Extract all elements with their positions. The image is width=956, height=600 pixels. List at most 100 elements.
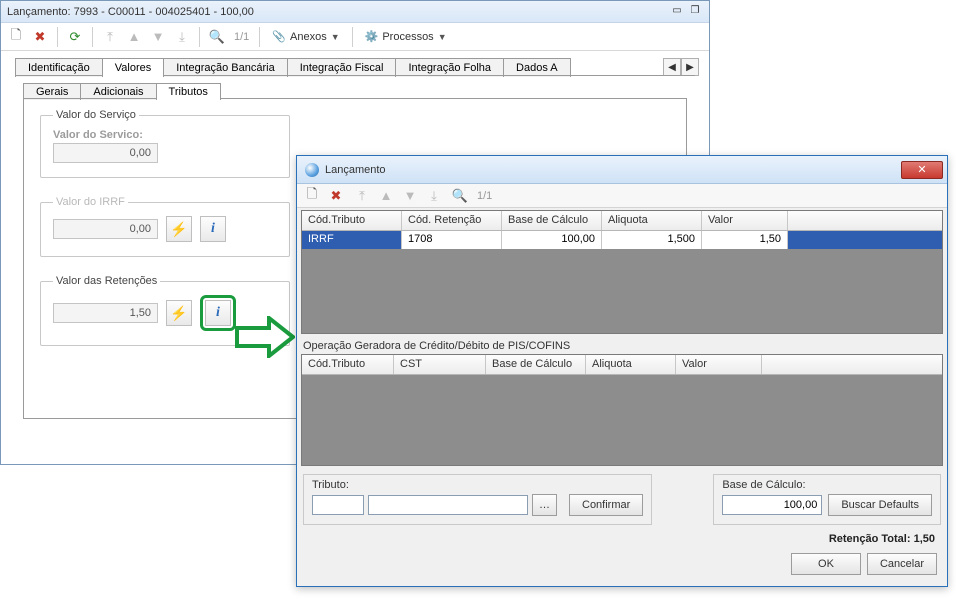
prev-icon[interactable]: ▲ (375, 185, 397, 207)
delete-icon[interactable]: ✖ (325, 185, 347, 207)
section-piscofins-label: Operação Geradora de Crédito/Débito de P… (303, 340, 941, 352)
col-valor[interactable]: Valor (702, 211, 788, 230)
pager-text: 1/1 (230, 31, 253, 43)
input-valor-servico[interactable]: 0,00 (53, 143, 158, 163)
caret-down-icon: ▼ (331, 32, 340, 42)
group-valor-irrf: Valor do IRRF 0,00 ⚡ i (40, 196, 290, 257)
input-tributo-code[interactable] (312, 495, 364, 515)
confirmar-button[interactable]: Confirmar (569, 494, 643, 516)
app-icon (305, 163, 319, 177)
processos-label: Processos (382, 31, 433, 43)
action-icon[interactable]: ⚡ (166, 300, 192, 326)
box-tributo: Tributo: … Confirmar (303, 474, 652, 525)
cell-valor: 1,50 (702, 231, 788, 249)
separator (199, 27, 200, 47)
group-valor-servico: Valor do Serviço Valor do Servico: 0,00 (40, 109, 290, 178)
delete-icon[interactable]: ✖ (29, 26, 51, 48)
first-icon[interactable]: ⤒ (351, 185, 373, 207)
table-row[interactable]: IRRF 1708 100,00 1,500 1,50 (302, 231, 942, 249)
info-icon[interactable]: i (200, 216, 226, 242)
main-toolbar: 🗋 ✖ ⟳ ⤒ ▲ ▼ ⤓ 🔍 1/1 📎 Anexos ▼ ⚙️ Proces… (1, 23, 709, 51)
cell-cod-tributo: IRRF (302, 231, 402, 249)
anexos-menu[interactable]: 📎 Anexos ▼ (266, 26, 345, 48)
pager-text: 1/1 (473, 190, 496, 202)
cell-aliquota: 1,500 (602, 231, 702, 249)
action-icon[interactable]: ⚡ (166, 216, 192, 242)
gear-icon: ⚙️ (365, 30, 379, 43)
separator (259, 27, 260, 47)
binoculars-icon[interactable]: 🔍 (206, 26, 228, 48)
clip-icon: 📎 (272, 30, 286, 43)
new-icon[interactable]: 🗋 (5, 26, 27, 48)
input-base[interactable] (722, 495, 822, 515)
separator (92, 27, 93, 47)
col-cod-tributo[interactable]: Cód.Tributo (302, 211, 402, 230)
dialog-buttons: OK Cancelar (297, 549, 947, 583)
total-row: Retenção Total: 1,50 (297, 529, 947, 549)
label-valor-servico: Valor do Servico: (53, 129, 277, 141)
first-icon[interactable]: ⤒ (99, 26, 121, 48)
col-aliquota[interactable]: Aliquota (602, 211, 702, 230)
col-cod-tributo[interactable]: Cód.Tributo (302, 355, 394, 374)
last-icon[interactable]: ⤓ (171, 26, 193, 48)
dialog-toolbar: 🗋 ✖ ⤒ ▲ ▼ ⤓ 🔍 1/1 (297, 184, 947, 208)
col-aliquota[interactable]: Aliquota (586, 355, 676, 374)
grid-tributos-header: Cód.Tributo Cód. Retenção Base de Cálcul… (302, 211, 942, 231)
input-valor-retencoes[interactable]: 1,50 (53, 303, 158, 323)
binoculars-icon[interactable]: 🔍 (449, 185, 471, 207)
total-value: 1,50 (914, 533, 935, 545)
legend-servico: Valor do Serviço (53, 109, 139, 121)
label-tributo: Tributo: (312, 479, 643, 491)
input-valor-irrf[interactable]: 0,00 (53, 219, 158, 239)
cancel-button[interactable]: Cancelar (867, 553, 937, 575)
prev-icon[interactable]: ▲ (123, 26, 145, 48)
tab-valores[interactable]: Valores (102, 58, 164, 77)
processos-menu[interactable]: ⚙️ Processos ▼ (359, 26, 453, 48)
col-valor[interactable]: Valor (676, 355, 762, 374)
cell-cod-retencao: 1708 (402, 231, 502, 249)
col-cst[interactable]: CST (394, 355, 486, 374)
grid-piscofins-body[interactable] (302, 375, 942, 465)
sub-tabs: Gerais Adicionais Tributos (1, 76, 709, 99)
main-title: Lançamento: 7993 - C00011 - 004025401 - … (7, 6, 667, 18)
col-base[interactable]: Base de Cálculo (502, 211, 602, 230)
grid-piscofins: Cód.Tributo CST Base de Cálculo Aliquota… (301, 354, 943, 466)
grid-piscofins-header: Cód.Tributo CST Base de Cálculo Aliquota… (302, 355, 942, 375)
main-tabs: Identificação Valores Integração Bancári… (1, 51, 709, 76)
separator (352, 27, 353, 47)
input-tributo-desc[interactable] (368, 495, 528, 515)
col-cod-retencao[interactable]: Cód. Retenção (402, 211, 502, 230)
buscar-defaults-button[interactable]: Buscar Defaults (828, 494, 932, 516)
cell-base: 100,00 (502, 231, 602, 249)
close-icon[interactable]: ✕ (901, 161, 943, 179)
ok-button[interactable]: OK (791, 553, 861, 575)
last-icon[interactable]: ⤓ (423, 185, 445, 207)
grid-tributos-body[interactable]: IRRF 1708 100,00 1,500 1,50 (302, 231, 942, 333)
highlight-ring: i (200, 295, 236, 331)
dialog-lancamento: Lançamento ✕ 🗋 ✖ ⤒ ▲ ▼ ⤓ 🔍 1/1 Cód.Tribu… (296, 155, 948, 587)
lookup-button[interactable]: … (532, 494, 557, 516)
tabs-scroll-left-icon[interactable]: ◀ (663, 58, 681, 76)
next-icon[interactable]: ▼ (147, 26, 169, 48)
new-icon[interactable]: 🗋 (301, 185, 323, 207)
total-label: Retenção Total: (829, 533, 911, 545)
col-base[interactable]: Base de Cálculo (486, 355, 586, 374)
info-retencoes-icon[interactable]: i (205, 300, 231, 326)
tabs-nav: ◀ ▶ (663, 58, 699, 76)
grid-tributos: Cód.Tributo Cód. Retenção Base de Cálcul… (301, 210, 943, 334)
main-titlebar: Lançamento: 7993 - C00011 - 004025401 - … (1, 1, 709, 23)
tabs-scroll-right-icon[interactable]: ▶ (681, 58, 699, 76)
subtab-tributos[interactable]: Tributos (156, 83, 221, 100)
next-icon[interactable]: ▼ (399, 185, 421, 207)
restore-icon[interactable]: ❐ (687, 5, 703, 19)
caret-down-icon: ▼ (438, 32, 447, 42)
minimize-icon[interactable]: ▭ (669, 5, 685, 19)
dialog-titlebar: Lançamento ✕ (297, 156, 947, 184)
bottom-inputs: Tributo: … Confirmar Base de Cálculo: Bu… (297, 466, 947, 529)
group-valor-retencoes: Valor das Retenções 1,50 ⚡ i (40, 275, 290, 346)
legend-irrf: Valor do IRRF (53, 196, 128, 208)
box-base: Base de Cálculo: Buscar Defaults (713, 474, 941, 525)
legend-retencoes: Valor das Retenções (53, 275, 160, 287)
refresh-icon[interactable]: ⟳ (64, 26, 86, 48)
dialog-title: Lançamento (325, 164, 901, 176)
